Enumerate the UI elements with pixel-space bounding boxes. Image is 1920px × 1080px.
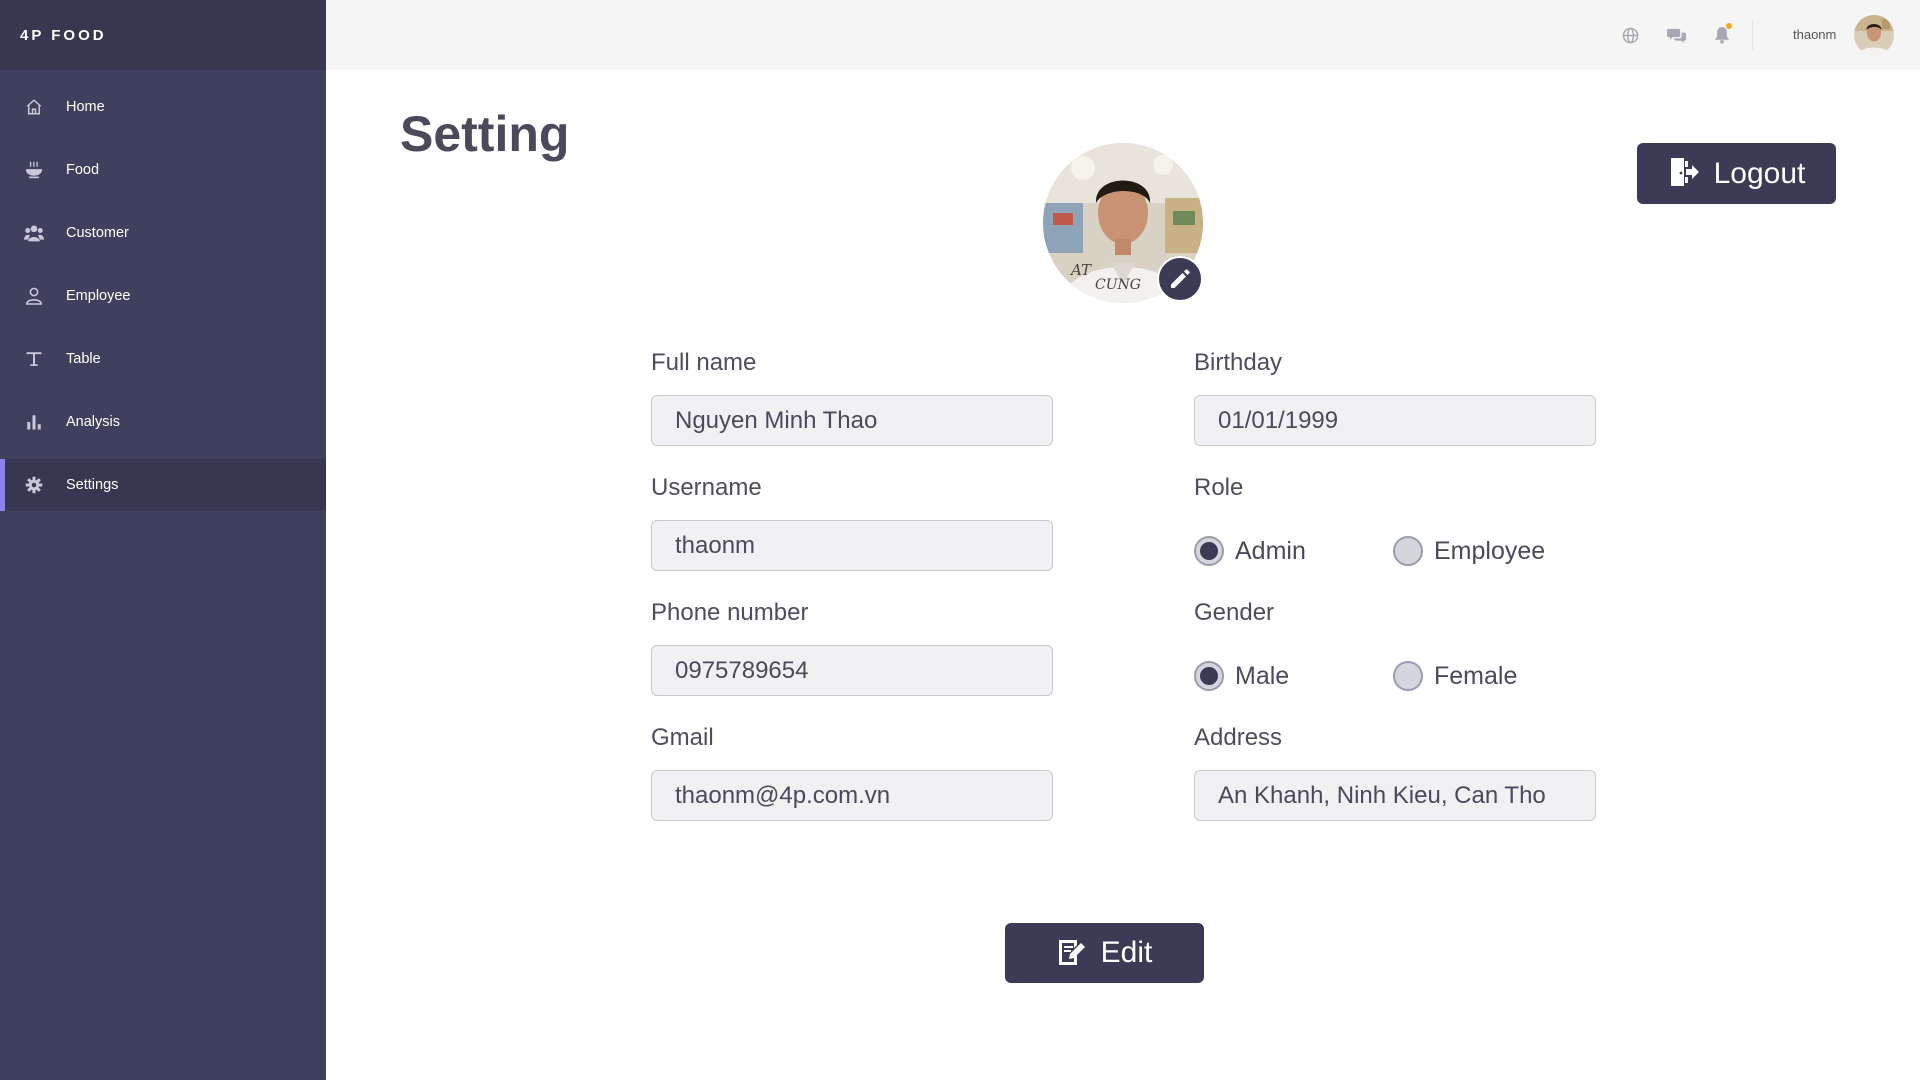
page-title: Setting: [400, 106, 570, 162]
top-header: thaonm: [326, 0, 1920, 70]
radio-label: Admin: [1235, 536, 1306, 565]
sidebar-nav: Home Food Customer Employee Table Analys…: [0, 81, 326, 511]
bell-icon[interactable]: [1712, 23, 1732, 45]
sidebar-item-label: Food: [66, 162, 100, 178]
pencil-icon: [1171, 269, 1190, 288]
sidebar-item-food[interactable]: Food: [0, 144, 326, 196]
profile-avatar-container: AT CUNG: [1043, 143, 1203, 303]
sidebar-item-label: Customer: [66, 225, 129, 241]
svg-text:AT: AT: [1069, 261, 1092, 279]
radio-dot: [1200, 542, 1218, 560]
phone-number-input[interactable]: [651, 645, 1053, 696]
radio-label: Female: [1434, 661, 1518, 690]
sidebar-item-settings[interactable]: Settings: [0, 459, 326, 511]
address-input[interactable]: [1194, 770, 1596, 821]
home-icon: [24, 97, 44, 117]
sidebar-item-employee[interactable]: Employee: [0, 270, 326, 322]
sidebar-item-label: Home: [66, 99, 105, 115]
food-bowl-icon: [24, 160, 44, 180]
role-employee-radio[interactable]: Employee: [1393, 536, 1545, 566]
chat-icon[interactable]: [1666, 25, 1686, 45]
gear-icon: [24, 475, 44, 495]
notification-dot: [1726, 23, 1732, 29]
edit-button[interactable]: Edit: [1005, 923, 1204, 983]
sidebar-item-customer[interactable]: Customer: [0, 207, 326, 259]
radio-circle: [1393, 661, 1423, 691]
users-icon: [24, 223, 44, 243]
full-name-label: Full name: [651, 349, 757, 376]
birthday-label: Birthday: [1194, 349, 1283, 376]
birthday-input[interactable]: [1194, 395, 1596, 446]
role-label: Role: [1194, 474, 1244, 501]
logout-button[interactable]: Logout: [1637, 143, 1836, 204]
bar-chart-icon: [24, 412, 44, 432]
radio-label: Male: [1235, 661, 1290, 690]
brand-logo[interactable]: 4P FOOD: [0, 0, 326, 70]
username-input[interactable]: [651, 520, 1053, 571]
sidebar-item-home[interactable]: Home: [0, 81, 326, 133]
phone-number-label: Phone number: [651, 599, 809, 626]
gender-male-radio[interactable]: Male: [1194, 661, 1289, 691]
sidebar-item-label: Settings: [66, 477, 119, 493]
radio-label: Employee: [1434, 536, 1546, 565]
sidebar-item-table[interactable]: Table: [0, 333, 326, 385]
logout-label: Logout: [1713, 156, 1806, 190]
gender-female-radio[interactable]: Female: [1393, 661, 1517, 691]
logout-icon: [1668, 156, 1700, 191]
sidebar-item-label: Employee: [66, 288, 131, 304]
edit-label: Edit: [1100, 936, 1153, 969]
radio-circle-checked: [1194, 536, 1224, 566]
gmail-input[interactable]: [651, 770, 1053, 821]
gmail-label: Gmail: [651, 724, 714, 751]
edit-avatar-button[interactable]: [1157, 256, 1203, 302]
sidebar-item-analysis[interactable]: Analysis: [0, 396, 326, 448]
username-label: Username: [651, 474, 762, 501]
sidebar-item-label: Analysis: [66, 414, 120, 430]
full-name-input[interactable]: [651, 395, 1053, 446]
sidebar-item-label: Table: [66, 351, 101, 367]
radio-dot: [1200, 667, 1218, 685]
svg-text:CUNG: CUNG: [1095, 277, 1141, 293]
radio-circle: [1393, 536, 1423, 566]
user-icon: [24, 286, 44, 306]
header-username: thaonm: [1793, 27, 1837, 42]
header-divider: [1752, 20, 1753, 50]
avatar[interactable]: [1854, 15, 1894, 55]
role-admin-radio[interactable]: Admin: [1194, 536, 1306, 566]
brand-name: 4P FOOD: [20, 26, 107, 44]
edit-document-icon: [1057, 937, 1087, 970]
globe-icon[interactable]: [1620, 25, 1640, 45]
address-label: Address: [1194, 724, 1283, 751]
sidebar: 4P FOOD Home Food Customer Employee Tabl…: [0, 0, 326, 1080]
radio-circle-checked: [1194, 661, 1224, 691]
table-icon: [24, 349, 44, 369]
gender-label: Gender: [1194, 599, 1275, 626]
